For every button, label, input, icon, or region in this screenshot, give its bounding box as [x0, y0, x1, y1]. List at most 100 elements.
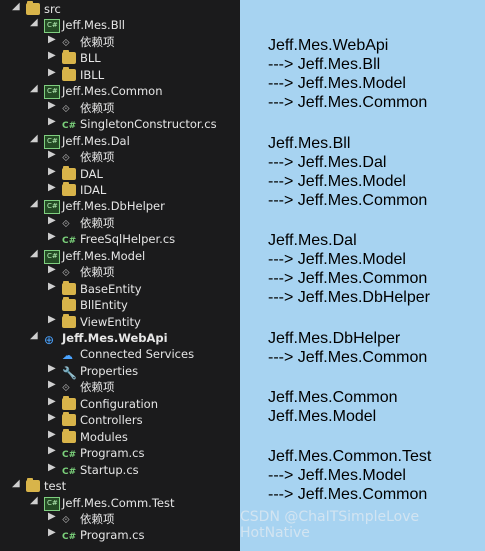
dependencies-icon: ⟐: [62, 219, 70, 230]
dependency-line: ---> Jeff.Mes.DbHelper: [268, 289, 430, 306]
expander-chevron-icon[interactable]: ▶: [48, 149, 56, 161]
expander-chevron-icon[interactable]: ◢: [30, 330, 38, 342]
expander-chevron-icon[interactable]: ◢: [12, 478, 20, 490]
tree-item-label: 依赖项: [80, 216, 115, 230]
folder-icon: [62, 429, 76, 443]
dependency-line: Jeff.Mes.Common: [268, 389, 398, 406]
expander-chevron-icon[interactable]: ◢: [30, 17, 38, 29]
dependency-line: ---> Jeff.Mes.Common: [268, 270, 428, 287]
tree-item-label: 依赖项: [80, 512, 115, 526]
expander-chevron-icon[interactable]: ▶: [48, 363, 56, 375]
tree-item-label: Program.cs: [80, 528, 145, 542]
csharp-project-icon: [44, 19, 60, 33]
dependency-line: ---> Jeff.Mes.Common: [268, 486, 428, 503]
tree-item-label: BaseEntity: [80, 282, 142, 296]
dependency-line: ---> Jeff.Mes.Model: [268, 251, 406, 268]
app-window: ◢ src ◢ Jeff.Mes.Bll ▶ ⟐ 依赖项 ▶ BLL ▶ IBLL ◢ Jeff.Mes…: [0, 0, 485, 551]
csharp-file-icon: C#: [62, 450, 77, 460]
csharp-file-icon: C#: [62, 532, 77, 542]
expander-chevron-icon[interactable]: ◢: [30, 248, 38, 260]
folder-icon: [62, 166, 76, 180]
dependency-line: ---> Jeff.Mes.Common: [268, 94, 428, 111]
tree-item-label: test: [44, 479, 67, 493]
dependencies-icon: ⟐: [62, 515, 70, 526]
expander-chevron-icon[interactable]: ◢: [30, 83, 38, 95]
dependency-line: ---> Jeff.Mes.Dal: [268, 154, 387, 171]
tree-item-label: Properties: [80, 364, 139, 378]
expander-chevron-icon[interactable]: ◢: [30, 133, 38, 145]
expander-chevron-icon[interactable]: ▶: [48, 116, 56, 128]
expander-chevron-icon[interactable]: ▶: [48, 215, 56, 227]
expander-chevron-icon[interactable]: ◢: [12, 1, 20, 13]
tree-item-label: BLL: [80, 51, 101, 65]
expander-chevron-icon[interactable]: ▶: [48, 182, 56, 194]
csharp-file-icon: C#: [62, 236, 77, 246]
csharp-project-icon: [44, 200, 60, 214]
csharp-project-icon: [44, 135, 60, 149]
dependency-line: ---> Jeff.Mes.Model: [268, 75, 406, 92]
expander-chevron-icon[interactable]: ▶: [48, 264, 56, 276]
expander-chevron-icon[interactable]: ▶: [48, 445, 56, 457]
expander-chevron-icon[interactable]: ▶: [48, 314, 56, 326]
tree-item-label: DAL: [80, 167, 103, 181]
expander-chevron-icon[interactable]: ▶: [48, 166, 56, 178]
tree-item-label: Program.cs: [80, 446, 145, 460]
tree-item-label: Jeff.Mes.Comm.Test: [62, 496, 175, 510]
tree-item-label: src: [44, 2, 61, 16]
connected-services-icon: ☁: [62, 349, 73, 362]
expander-chevron-icon[interactable]: ▶: [48, 412, 56, 424]
csharp-file-icon: C#: [62, 467, 77, 477]
tree-item-label: Jeff.Mes.DbHelper: [62, 199, 165, 213]
tree-item-label: FreeSqlHelper.cs: [80, 232, 176, 246]
csharp-project-icon: [44, 85, 60, 99]
dependency-line: Jeff.Mes.Bll: [268, 135, 351, 152]
solution-explorer-tree: ◢ src ◢ Jeff.Mes.Bll ▶ ⟐ 依赖项 ▶ BLL ▶ IBLL ◢ Jeff.Mes…: [0, 0, 240, 551]
tree-item-label: Jeff.Mes.WebApi: [62, 331, 168, 345]
tree-item-label: Configuration: [80, 397, 158, 411]
tree-item-label: BllEntity: [80, 298, 128, 312]
tree-item-label: Jeff.Mes.Common: [62, 84, 163, 98]
expander-chevron-icon[interactable]: ▶: [48, 100, 56, 112]
dependency-line: Jeff.Mes.WebApi: [268, 37, 389, 54]
expander-chevron-icon[interactable]: ◢: [30, 495, 38, 507]
tree-item-label: 依赖项: [80, 380, 115, 394]
expander-placeholder: [48, 346, 56, 358]
dependency-line: ---> Jeff.Mes.Common: [268, 349, 428, 366]
properties-icon: 🔧: [62, 366, 77, 380]
expander-chevron-icon[interactable]: ▶: [48, 429, 56, 441]
folder-icon: [62, 67, 76, 81]
expander-chevron-icon[interactable]: ▶: [48, 50, 56, 62]
expander-chevron-icon[interactable]: ▶: [48, 34, 56, 46]
tree-item-label: Modules: [80, 430, 128, 444]
tree-item-label: Jeff.Mes.Bll: [62, 18, 125, 32]
dependency-notes-panel: Jeff.Mes.WebApi ---> Jeff.Mes.Bll ---> Jef…: [240, 0, 485, 551]
expander-chevron-icon[interactable]: ▶: [48, 511, 56, 523]
web-project-icon: ⊕: [44, 333, 55, 347]
folder-icon: [62, 396, 76, 410]
csharp-project-icon: [44, 250, 60, 264]
expander-chevron-icon[interactable]: ▶: [48, 231, 56, 243]
dependency-line: ---> Jeff.Mes.Model: [268, 467, 406, 484]
expander-chevron-icon[interactable]: ▶: [48, 281, 56, 293]
csharp-file-icon: C#: [62, 121, 77, 131]
dependencies-icon: ⟐: [62, 383, 70, 394]
tree-item-label: Jeff.Mes.Dal: [62, 134, 130, 148]
tree-item-label: Jeff.Mes.Model: [62, 249, 146, 263]
expander-chevron-icon[interactable]: ▶: [48, 527, 56, 539]
expander-chevron-icon[interactable]: ▶: [48, 396, 56, 408]
dependency-line: ---> Jeff.Mes.Model: [268, 173, 406, 190]
tree-item-label: ViewEntity: [80, 315, 141, 329]
dependencies-icon: ⟐: [62, 104, 70, 115]
tree-item-label: Connected Services: [80, 347, 195, 361]
tree-item-label: Startup.cs: [80, 463, 139, 477]
expander-chevron-icon[interactable]: ▶: [48, 462, 56, 474]
folder-icon: [26, 478, 40, 492]
expander-chevron-icon[interactable]: ▶: [48, 67, 56, 79]
expander-chevron-icon[interactable]: ▶: [48, 379, 56, 391]
tree-item-label: 依赖项: [80, 101, 115, 115]
dependency-line: Jeff.Mes.Model: [268, 408, 377, 425]
folder-icon: [62, 314, 76, 328]
dependency-line: Jeff.Mes.Dal: [268, 232, 357, 249]
expander-chevron-icon[interactable]: ◢: [30, 198, 38, 210]
folder-icon: [62, 297, 76, 311]
